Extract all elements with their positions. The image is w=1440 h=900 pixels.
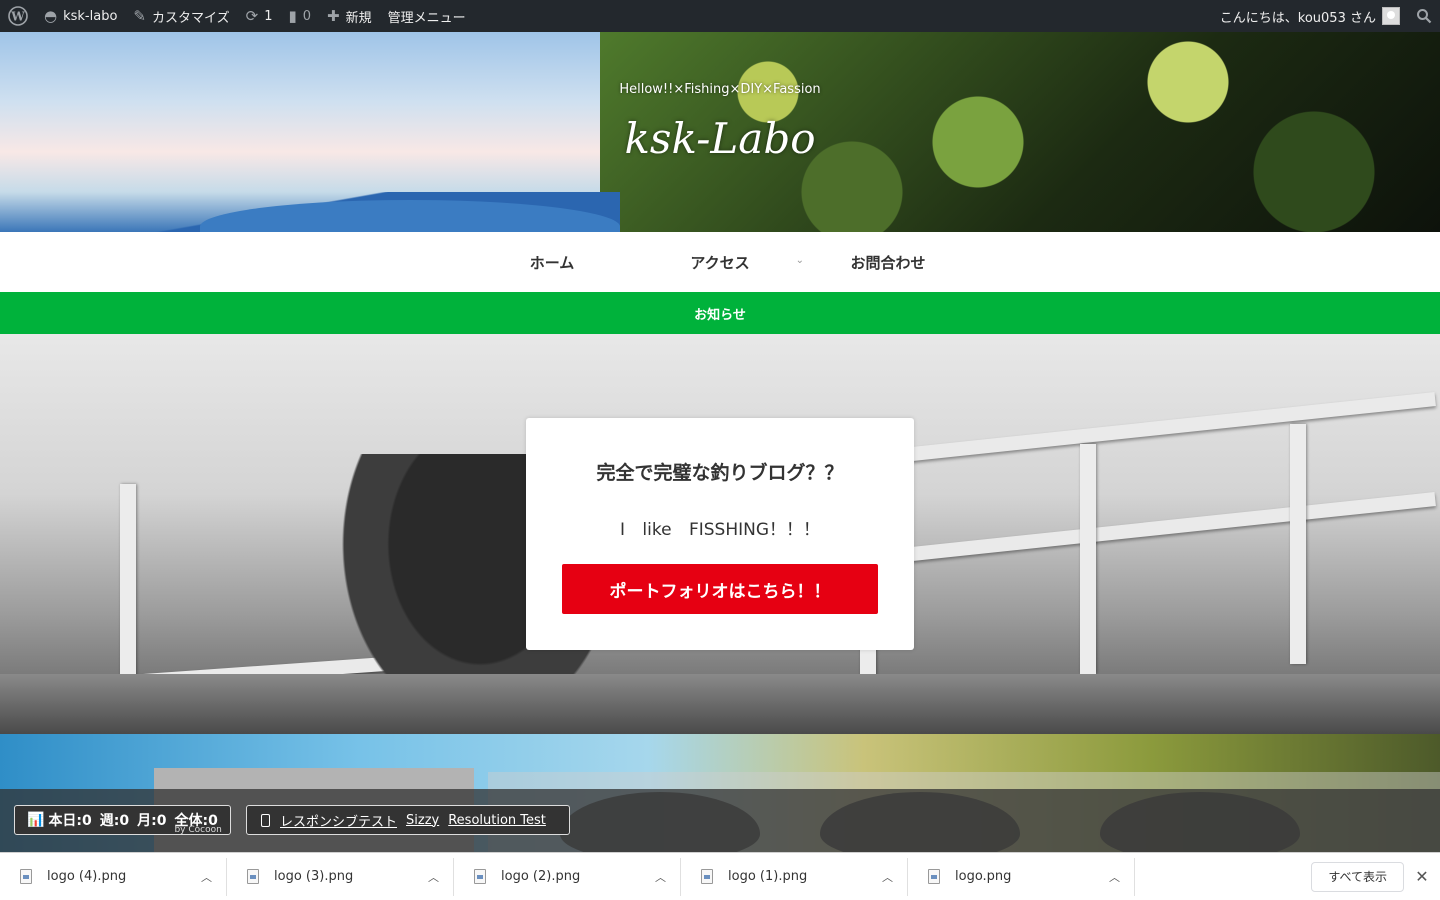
nav-item-access[interactable]: アクセス ⌄ <box>636 252 804 273</box>
brush-icon: ✎ <box>133 7 146 25</box>
download-filename: logo (4).png <box>47 869 127 884</box>
download-item[interactable]: logo (2).png ︿ <box>454 857 681 896</box>
notice-bar[interactable]: お知らせ <box>0 292 1440 334</box>
appeal-text: I like FISSHING！！！ <box>619 520 821 540</box>
site-tagline: Hellow!!×Fishing×DIY×Fassion <box>619 82 821 97</box>
bar-chart-icon: 📊 <box>27 812 45 828</box>
site-header: Hellow!!×Fishing×DIY×Fassion ksk-Labo <box>0 32 1440 232</box>
image-file-icon <box>701 869 713 884</box>
download-filename: logo (1).png <box>728 869 808 884</box>
admin-menu-link[interactable]: 管理メニュー <box>380 0 474 32</box>
close-icon[interactable]: ✕ <box>1404 867 1440 886</box>
counter-credit: by Cocoon <box>174 825 222 835</box>
new-label: 新規 <box>345 10 372 26</box>
access-counter[interactable]: 📊 本日:0 週:0 月:0 全体:0 by Cocoon <box>14 805 231 835</box>
download-filename: logo (3).png <box>274 869 354 884</box>
my-account-link[interactable]: こんにちは、kou053 さん <box>1212 0 1408 32</box>
admin-menu-label: 管理メニュー <box>387 10 466 26</box>
comments-link[interactable]: ▮ 0 <box>280 0 319 32</box>
download-item[interactable]: logo (3).png ︿ <box>227 857 454 896</box>
sizzy-link[interactable]: Sizzy <box>406 813 439 828</box>
nav-item-label: お問合わせ <box>850 253 926 272</box>
site-name: ksk-labo <box>63 8 118 24</box>
show-all-downloads-button[interactable]: すべて表示 <box>1311 861 1404 892</box>
chevron-up-icon[interactable]: ︿ <box>201 869 212 885</box>
portfolio-button[interactable]: ポートフォリオはこちら！！ <box>562 564 878 614</box>
notice-text: お知らせ <box>694 307 746 323</box>
fence-post <box>1080 444 1096 674</box>
customize-link[interactable]: ✎ カスタマイズ <box>125 0 237 32</box>
chevron-up-icon[interactable]: ︿ <box>655 869 666 885</box>
chevron-down-icon: ⌄ <box>795 254 804 266</box>
image-file-icon <box>247 869 259 884</box>
responsive-tools: レスポンシブテスト Sizzy Resolution Test <box>246 805 570 835</box>
global-navigation: ホーム アクセス ⌄ お問合わせ <box>0 232 1440 292</box>
new-content-link[interactable]: ✚ 新規 <box>319 0 380 32</box>
search-button[interactable] <box>1408 0 1440 32</box>
appeal-card: 完全で完璧な釣りブログ？？ I like FISSHING！！！ ポートフォリオ… <box>526 418 914 650</box>
greeting: こんにちは、kou053 さん <box>1219 10 1376 26</box>
nav-item-label: ホーム <box>529 253 575 272</box>
wordpress-logo[interactable]: W <box>0 0 36 32</box>
download-shelf: logo (4).png ︿ logo (3).png ︿ logo (2).p… <box>0 852 1440 900</box>
updates-icon: ⟳ <box>245 7 259 25</box>
site-name-link[interactable]: ◓ ksk-labo <box>36 0 125 32</box>
chevron-up-icon[interactable]: ︿ <box>882 869 893 885</box>
download-item[interactable]: logo.png ︿ <box>908 857 1135 896</box>
count-month: 月:0 <box>137 813 167 829</box>
count-today: 本日:0 <box>48 813 92 829</box>
hero-deck <box>0 674 1440 734</box>
image-file-icon <box>928 869 940 884</box>
responsive-test-link[interactable]: レスポンシブテスト <box>280 811 397 830</box>
chevron-up-icon[interactable]: ︿ <box>428 869 439 885</box>
plus-icon: ✚ <box>327 7 340 25</box>
appeal-title: 完全で完璧な釣りブログ？？ <box>596 462 844 484</box>
image-file-icon <box>474 869 486 884</box>
fence-post <box>1290 424 1306 664</box>
search-icon <box>1417 9 1432 24</box>
wordpress-icon: W <box>8 6 28 26</box>
nav-item-label: アクセス <box>690 253 750 272</box>
admin-bar: W ◓ ksk-labo ✎ カスタマイズ ⟳ 1 ▮ 0 ✚ 新規 管理メニュ… <box>0 0 1440 32</box>
download-item[interactable]: logo (4).png ︿ <box>0 857 227 896</box>
count-week: 週:0 <box>99 813 130 829</box>
customize-label: カスタマイズ <box>151 10 230 26</box>
mobile-icon <box>261 813 270 827</box>
nav-item-contact[interactable]: お問合わせ <box>804 252 972 273</box>
comment-icon: ▮ <box>288 7 297 25</box>
svg-text:W: W <box>10 10 25 24</box>
download-filename: logo (2).png <box>501 869 581 884</box>
dashboard-icon: ◓ <box>44 7 58 25</box>
resolution-test-link[interactable]: Resolution Test <box>448 813 546 828</box>
comments-count: 0 <box>302 8 312 24</box>
chevron-up-icon[interactable]: ︿ <box>1109 869 1120 885</box>
nav-item-home[interactable]: ホーム <box>468 252 636 273</box>
avatar <box>1382 7 1400 25</box>
download-filename: logo.png <box>955 869 1012 884</box>
image-file-icon <box>20 869 32 884</box>
download-item[interactable]: logo (1).png ︿ <box>681 857 908 896</box>
site-title[interactable]: ksk-Labo <box>0 114 1440 163</box>
updates-count: 1 <box>264 8 273 24</box>
updates-link[interactable]: ⟳ 1 <box>238 0 281 32</box>
